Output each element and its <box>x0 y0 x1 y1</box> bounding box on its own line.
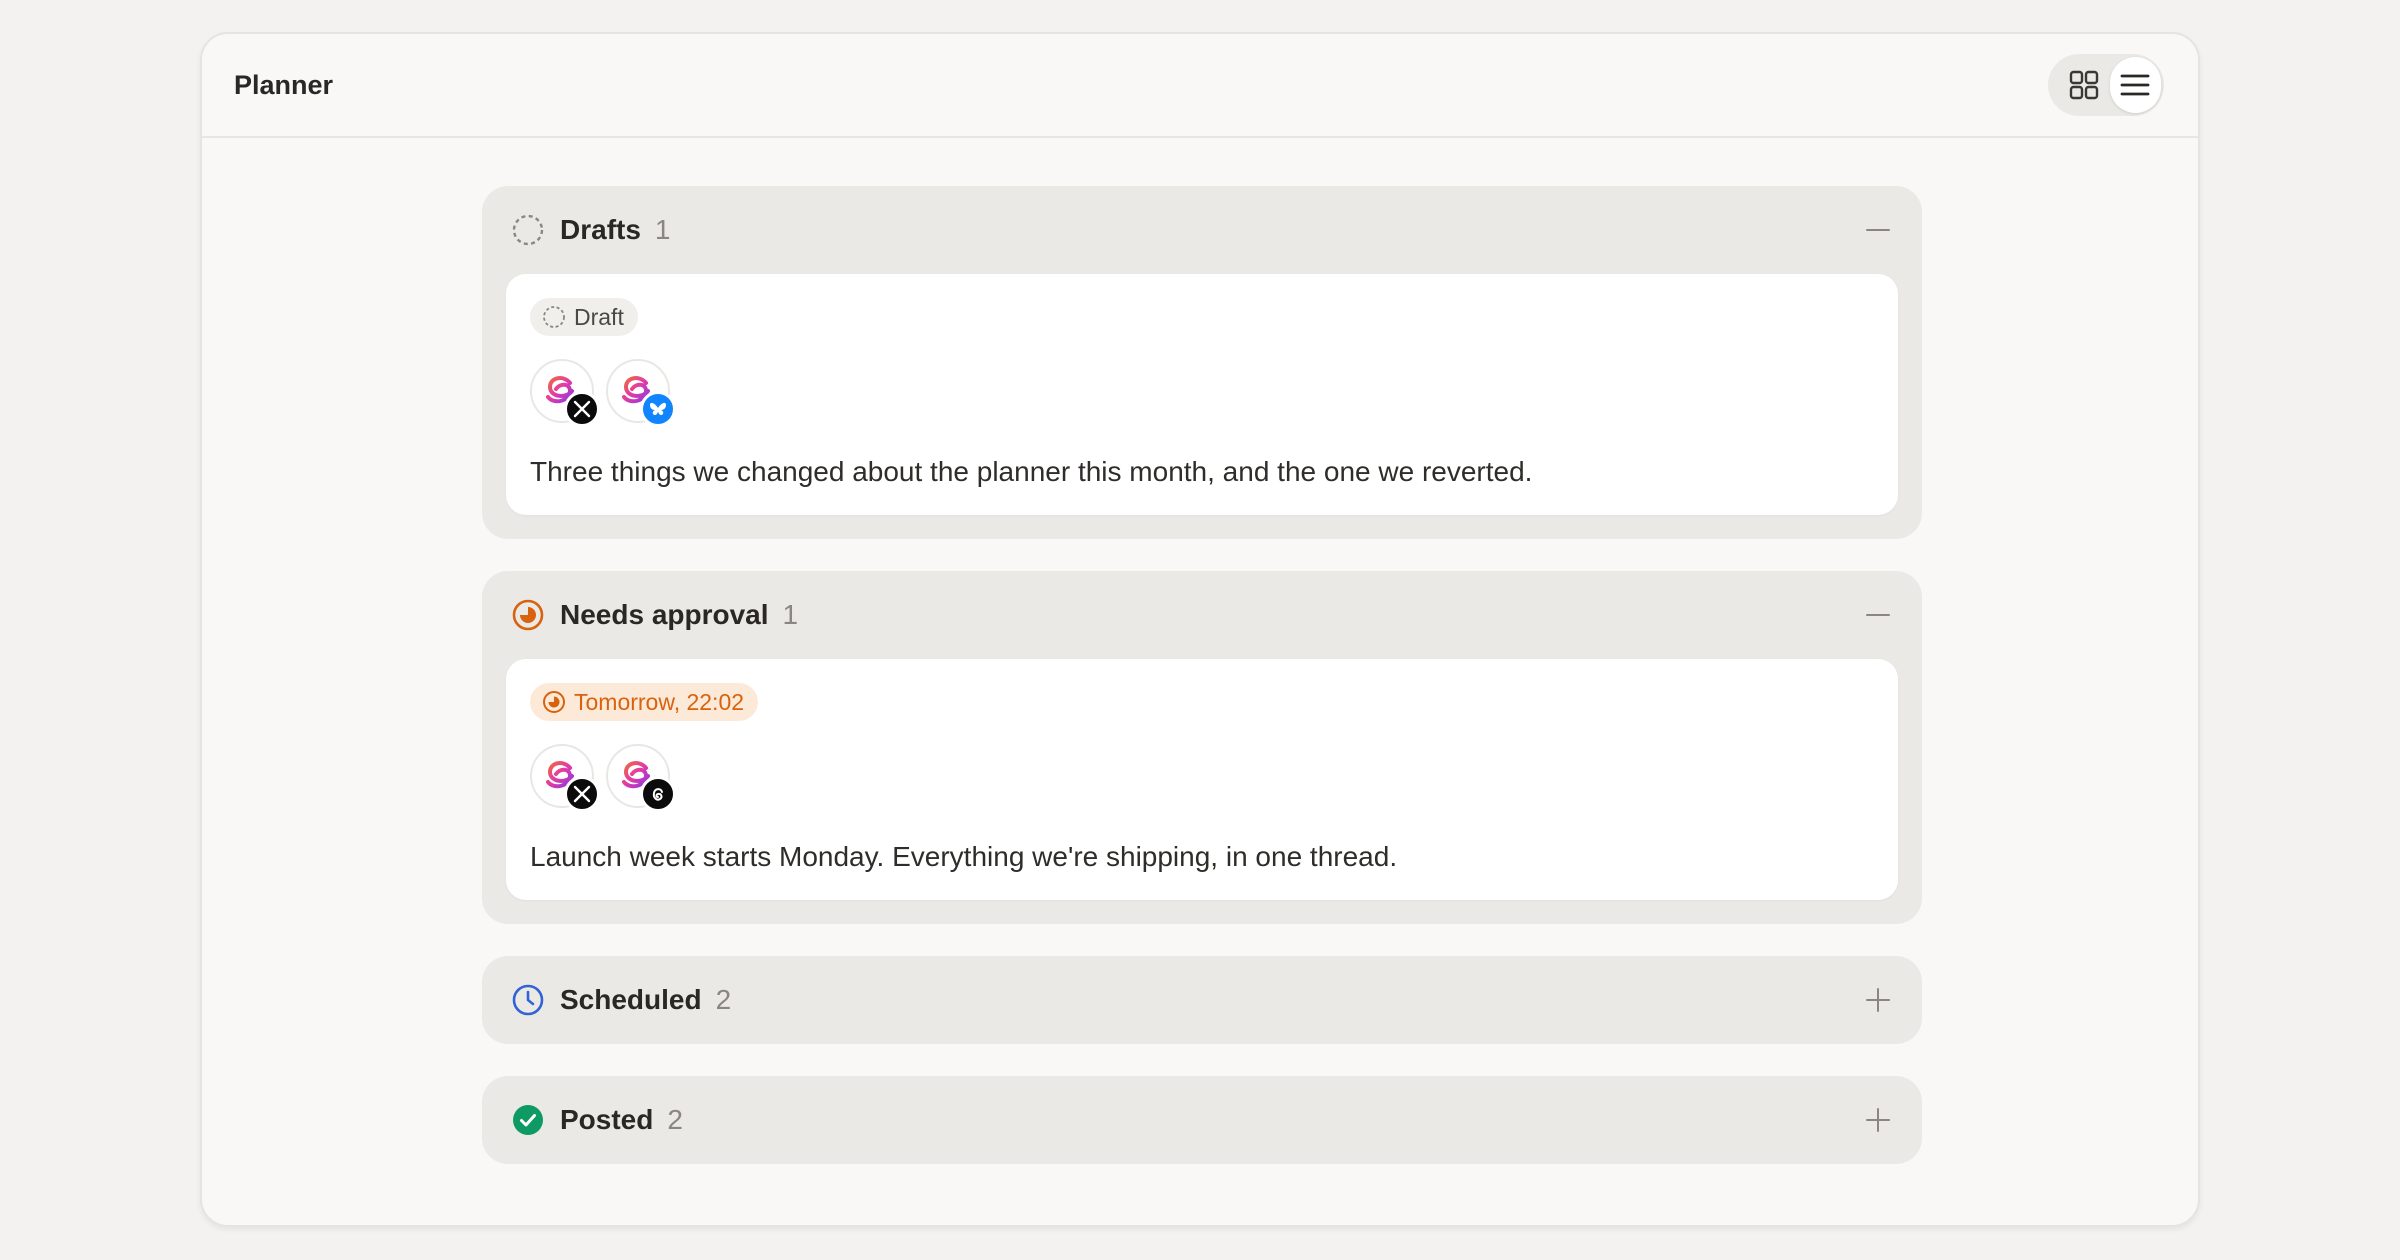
section-header-needs-approval[interactable]: Needs approval 1 <box>482 571 1922 659</box>
planner-window: Planner Drafts 1 Draft Three things we c… <box>200 32 2200 1227</box>
avatar[interactable] <box>530 359 600 427</box>
x-icon <box>564 776 600 812</box>
grid-view-button[interactable] <box>2058 57 2110 113</box>
grid-icon <box>2069 70 2098 100</box>
section-title: Scheduled <box>560 984 702 1015</box>
expand-button[interactable] <box>1858 1100 1898 1140</box>
status-label: Tomorrow, 22:02 <box>574 688 745 715</box>
approval-status-icon <box>511 598 545 632</box>
page-title: Planner <box>234 69 334 100</box>
section-drafts: Drafts 1 Draft Three things we changed a… <box>482 186 1922 539</box>
section-header-posted[interactable]: Posted 2 <box>482 1076 1922 1164</box>
plus-icon <box>1866 988 1890 1012</box>
card-wrap: Draft Three things we changed about the … <box>482 274 1922 539</box>
status-badge: Draft <box>530 298 638 336</box>
account-avatars <box>530 359 1874 429</box>
approval-status-icon <box>542 690 566 714</box>
status-label: Draft <box>574 303 624 330</box>
avatar[interactable] <box>606 359 676 427</box>
collapse-button[interactable] <box>1858 595 1898 635</box>
threads-icon <box>640 776 676 812</box>
section-title: Drafts <box>560 214 641 245</box>
section-header-drafts[interactable]: Drafts 1 <box>482 186 1922 274</box>
list-icon <box>2120 74 2150 96</box>
section-scheduled: Scheduled 2 <box>482 956 1922 1044</box>
post-card[interactable]: Tomorrow, 22:02 Launch week starts Monda… <box>506 659 1898 900</box>
avatar[interactable] <box>606 744 676 812</box>
section-count: 2 <box>667 1104 683 1135</box>
section-count: 2 <box>715 984 732 1015</box>
section-count: 1 <box>782 599 799 630</box>
view-toggle <box>2048 54 2164 116</box>
account-avatars <box>530 744 1874 814</box>
expand-button[interactable] <box>1858 980 1898 1020</box>
avatar[interactable] <box>530 744 600 812</box>
card-wrap: Tomorrow, 22:02 Launch week starts Monda… <box>482 659 1922 924</box>
list-view-button[interactable] <box>2109 57 2161 113</box>
post-text: Launch week starts Monday. Everything we… <box>530 841 1398 872</box>
planner-header: Planner <box>202 34 2198 138</box>
post-card[interactable]: Draft Three things we changed about the … <box>506 274 1898 515</box>
planner-content: Drafts 1 Draft Three things we changed a… <box>482 186 1922 1196</box>
bluesky-icon <box>640 391 676 427</box>
post-text: Three things we changed about the planne… <box>530 456 1533 487</box>
x-icon <box>564 391 600 427</box>
section-posted: Posted 2 <box>482 1076 1922 1164</box>
section-needs-approval: Needs approval 1 Tomorrow, 22:02 Launch … <box>482 571 1922 924</box>
clock-icon <box>511 983 545 1017</box>
check-circle-icon <box>511 1103 545 1137</box>
section-header-scheduled[interactable]: Scheduled 2 <box>482 956 1922 1044</box>
section-title: Posted <box>560 1104 654 1135</box>
collapse-button[interactable] <box>1858 210 1898 250</box>
draft-status-icon <box>511 213 545 247</box>
minus-icon <box>1866 229 1890 231</box>
section-count: 1 <box>654 214 671 245</box>
plus-icon <box>1866 1108 1890 1132</box>
draft-status-icon <box>542 305 566 329</box>
minus-icon <box>1866 614 1890 616</box>
status-badge: Tomorrow, 22:02 <box>530 683 759 721</box>
section-title: Needs approval <box>560 599 769 630</box>
